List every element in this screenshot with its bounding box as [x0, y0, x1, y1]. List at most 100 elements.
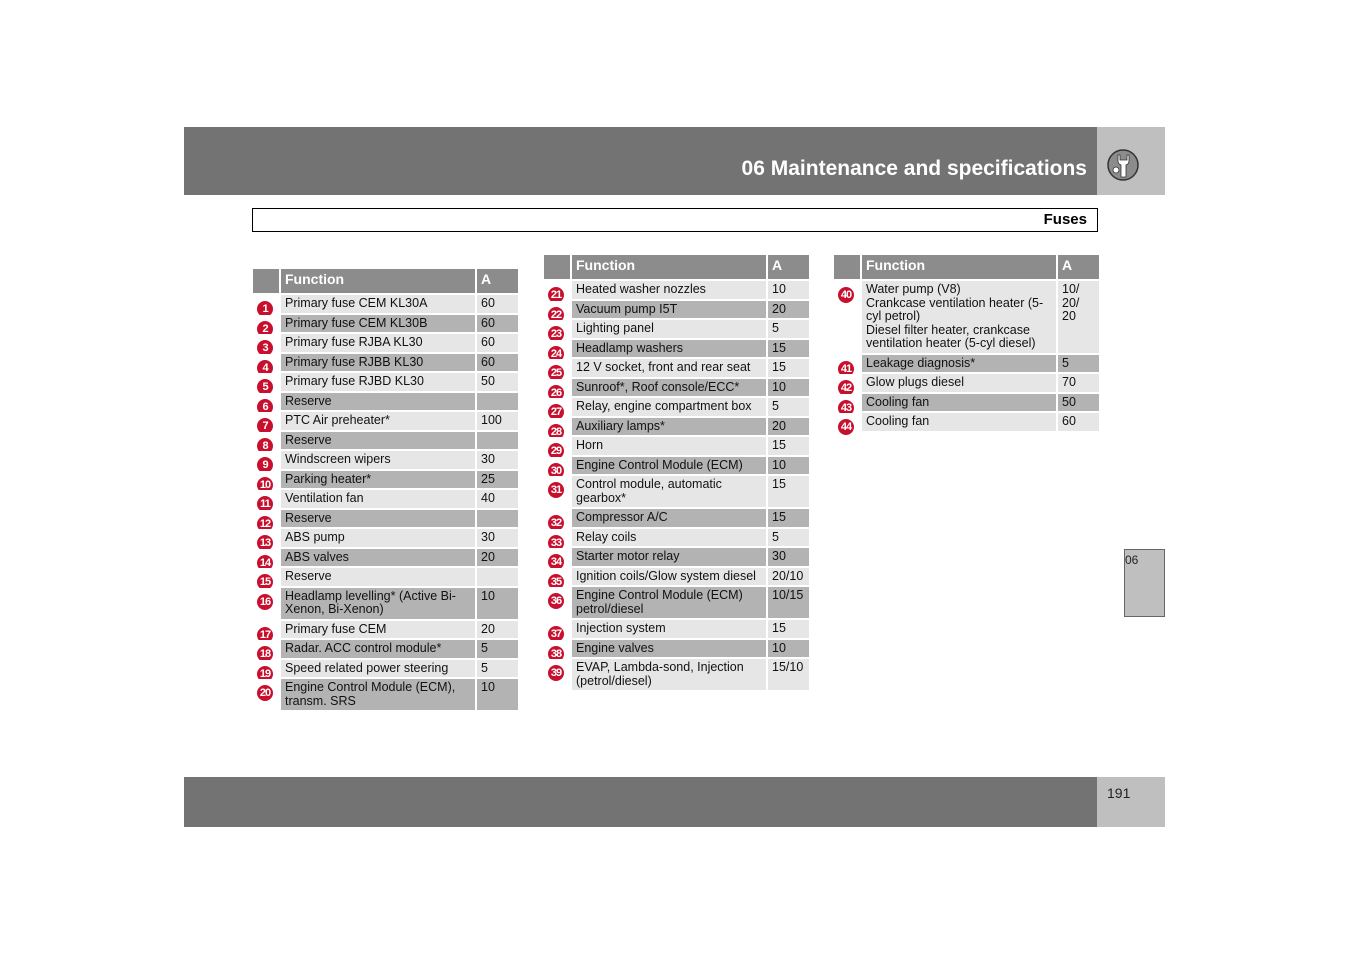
- fuse-amperage: [477, 509, 518, 527]
- fuse-number-cell: 23: [544, 320, 572, 342]
- table-row: 13 ABS pump 30: [253, 529, 518, 551]
- fuse-amperage: 5: [768, 528, 809, 546]
- fuse-amperage: 20/10: [768, 567, 809, 585]
- fuse-function: Cooling fan: [862, 413, 1058, 431]
- fuse-number-badge: 31: [548, 482, 564, 498]
- fuse-amperage: 10/ 20/ 20: [1058, 281, 1099, 353]
- table-row: 23 Lighting panel 5: [544, 320, 809, 342]
- fuse-amperage: 15: [768, 509, 809, 527]
- fuse-function: Glow plugs diesel: [862, 374, 1058, 392]
- table-row: 38 Engine valves 10: [544, 639, 809, 662]
- fuse-number-cell: 39: [544, 659, 572, 690]
- fuse-amperage: 10: [768, 456, 809, 474]
- page-number: 191: [1107, 785, 1131, 801]
- fuse-number-cell: 41: [834, 354, 862, 377]
- fuse-table-3: Function A 40 Water pump (V8) Crankcase ven…: [834, 255, 1099, 435]
- fuse-number-cell: 29: [544, 437, 572, 459]
- fuse-function: Heated washer nozzles: [572, 281, 768, 299]
- fuse-amperage: 20: [768, 417, 809, 435]
- table-row: 3 Primary fuse RJBA KL30 60: [253, 334, 518, 356]
- fuse-table-1: Function A 1 Primary fuse CEM KL30A 60 2 Prima…: [253, 269, 518, 712]
- fuse-number-cell: 42: [834, 374, 862, 396]
- fuse-number-cell: 16: [253, 587, 281, 619]
- fuse-function: Relay, engine compartment box: [572, 398, 768, 416]
- table-row: 26 Sunroof*, Roof console/ECC* 10: [544, 378, 809, 401]
- fuse-number-cell: 34: [544, 548, 572, 570]
- table-row: 43 Cooling fan 50: [834, 393, 1099, 416]
- fuse-amperage: 10: [477, 587, 518, 619]
- fuse-function: Relay coils: [572, 528, 768, 546]
- table-row: 35 Ignition coils/Glow system diesel 20/10: [544, 567, 809, 590]
- fuse-number-cell: 14: [253, 548, 281, 571]
- fuse-amperage: 10: [477, 679, 518, 710]
- fuse-number-cell: 30: [544, 456, 572, 479]
- fuse-function: EVAP, Lambda-sond, Injection (petrol/die…: [572, 659, 768, 690]
- table-row: 40 Water pump (V8) Crankcase ventilation …: [834, 281, 1099, 355]
- fuse-amperage: 10/15: [768, 587, 809, 618]
- fuse-amperage: 50: [477, 373, 518, 391]
- fuse-amperage: 15: [768, 476, 809, 507]
- fuse-function: Cooling fan: [862, 393, 1058, 411]
- table-row: 32 Compressor A/C 15: [544, 509, 809, 531]
- table-row: 29 Horn 15: [544, 437, 809, 459]
- fuse-function: Engine Control Module (ECM) petrol/diese…: [572, 587, 768, 618]
- chapter-side-tab[interactable]: 06: [1124, 549, 1165, 617]
- fuse-function: Ignition coils/Glow system diesel: [572, 567, 768, 585]
- table-row: 11 Ventilation fan 40: [253, 490, 518, 512]
- fuse-function: Compressor A/C: [572, 509, 768, 527]
- fuse-amperage: 15: [768, 339, 809, 357]
- fuse-function: Engine valves: [572, 639, 768, 657]
- fuse-table-2: Function A 21 Heated washer nozzles 10 22 Vacu…: [544, 255, 809, 692]
- fuse-function: Speed related power steering: [281, 659, 477, 677]
- table-row: 22 Vacuum pump I5T 20: [544, 300, 809, 323]
- fuse-amperage: 10: [768, 281, 809, 299]
- table-header: Function A: [834, 255, 1099, 281]
- fuse-number-cell: 28: [544, 417, 572, 440]
- fuse-number-cell: 37: [544, 620, 572, 642]
- fuse-number-cell: 19: [253, 659, 281, 682]
- fuse-number-cell: 7: [253, 412, 281, 434]
- fuse-amperage: 10: [768, 639, 809, 657]
- fuse-amperage: 60: [477, 353, 518, 371]
- fuse-function: PTC Air preheater*: [281, 412, 477, 430]
- fuse-amperage: 15/10: [768, 659, 809, 690]
- fuse-amperage: 5: [1058, 354, 1099, 372]
- fuse-number-cell: 21: [544, 281, 572, 303]
- table-row: 39 EVAP, Lambda-sond, Injection (petrol/d…: [544, 659, 809, 692]
- chapter-icon-box: [1097, 127, 1165, 195]
- fuse-amperage: 15: [768, 620, 809, 638]
- table-row: 31 Control module, automatic gearbox* 15: [544, 476, 809, 509]
- table-row: 16 Headlamp levelling* (Active Bi-Xenon, …: [253, 587, 518, 621]
- header-amps: A: [477, 269, 518, 293]
- table-row: 27 Relay, engine compartment box 5: [544, 398, 809, 420]
- fuse-amperage: 60: [1058, 413, 1099, 431]
- table-row: 42 Glow plugs diesel 70: [834, 374, 1099, 396]
- fuse-function: Primary fuse CEM KL30B: [281, 314, 477, 332]
- fuse-number-cell: 33: [544, 528, 572, 551]
- fuse-number-cell: 40: [834, 281, 862, 353]
- header-number-cell: [253, 269, 281, 293]
- fuse-number-cell: 6: [253, 392, 281, 415]
- fuse-function: Reserve: [281, 568, 477, 586]
- fuse-number-badge: 39: [548, 665, 564, 681]
- fuse-function: Primary fuse CEM KL30A: [281, 295, 477, 313]
- fuse-number-cell: 43: [834, 393, 862, 416]
- fuse-function: Engine Control Module (ECM): [572, 456, 768, 474]
- table-row: 5 Primary fuse RJBD KL30 50: [253, 373, 518, 395]
- fuse-function: Reserve: [281, 509, 477, 527]
- fuse-number-cell: 22: [544, 300, 572, 323]
- fuse-amperage: 50: [1058, 393, 1099, 411]
- header-function: Function: [572, 255, 768, 279]
- table-row: 34 Starter motor relay 30: [544, 548, 809, 570]
- fuse-number-cell: 4: [253, 353, 281, 376]
- fuse-amperage: 30: [477, 529, 518, 547]
- header-function: Function: [862, 255, 1058, 279]
- fuse-amperage: 20: [768, 300, 809, 318]
- fuse-function: Engine Control Module (ECM), transm. SRS: [281, 679, 477, 710]
- fuse-number-cell: 44: [834, 413, 862, 435]
- fuse-number-cell: 36: [544, 587, 572, 618]
- table-row: 9 Windscreen wipers 30: [253, 451, 518, 473]
- fuse-number-badge: 36: [548, 593, 564, 609]
- fuse-amperage: 70: [1058, 374, 1099, 392]
- table-header: Function A: [544, 255, 809, 281]
